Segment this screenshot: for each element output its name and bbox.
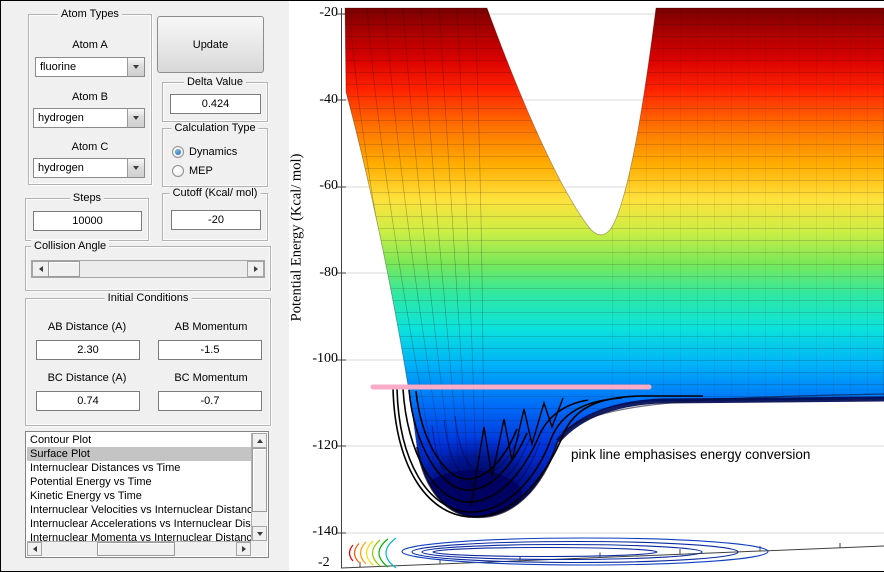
delta-value-field[interactable] (170, 94, 261, 114)
arrow-left-icon (32, 546, 37, 552)
initial-conditions-title: Initial Conditions (104, 292, 192, 304)
y-axis-label: Potential Energy (Kcal/ mol) (288, 153, 305, 322)
delta-value-title: Delta Value (183, 76, 247, 88)
y-tick-label: -140 (312, 524, 338, 539)
atom-a-dropdown-button[interactable] (127, 58, 144, 76)
atom-types-group: Atom Types Atom A fluorine Atom B hydrog… (28, 8, 152, 185)
atom-c-dropdown[interactable]: hydrogen (33, 158, 145, 178)
list-item[interactable]: Internuclear Velocities vs Internuclear … (27, 503, 251, 517)
chevron-down-icon (133, 116, 139, 120)
atom-b-value: hydrogen (38, 112, 84, 124)
bc-momentum-field[interactable] (158, 391, 262, 411)
ab-distance-field[interactable] (36, 340, 140, 360)
list-item[interactable]: Internuclear Accelerations vs Internucle… (27, 517, 251, 531)
arrow-left-icon (38, 266, 43, 272)
mep-radio[interactable] (172, 165, 184, 177)
arrow-up-icon (256, 438, 263, 443)
list-item[interactable]: Contour Plot (27, 433, 251, 447)
update-button[interactable]: Update (157, 16, 264, 73)
arrow-down-icon (256, 531, 263, 536)
ab-momentum-label: AB Momentum (174, 321, 248, 333)
cutoff-field[interactable] (171, 210, 261, 230)
atom-c-dropdown-button[interactable] (127, 159, 144, 177)
atom-b-label: Atom B (71, 91, 109, 103)
list-item-selected[interactable]: Surface Plot (27, 447, 251, 461)
dynamics-radio[interactable] (172, 146, 184, 158)
horizontal-scroll-thumb[interactable] (97, 542, 175, 556)
cutoff-title: Cutoff (Kcal/ mol) (169, 187, 261, 199)
cutoff-group: Cutoff (Kcal/ mol) (162, 187, 268, 241)
list-item[interactable]: Internuclear Distances vs Time (27, 461, 251, 475)
bc-distance-label: BC Distance (A) (47, 372, 127, 384)
atom-b-dropdown-button[interactable] (127, 109, 144, 127)
vertical-scroll-thumb[interactable] (252, 448, 267, 512)
chevron-down-icon (133, 166, 139, 170)
bc-distance-field[interactable] (36, 391, 140, 411)
ab-distance-label: AB Distance (A) (47, 321, 127, 333)
delta-value-group: Delta Value (162, 76, 268, 122)
scroll-down-button[interactable] (252, 526, 267, 541)
y-tick-label: -80 (319, 265, 338, 280)
steps-group: Steps (25, 192, 149, 241)
atom-c-value: hydrogen (38, 162, 84, 174)
collision-angle-slider[interactable] (31, 260, 265, 278)
steps-field[interactable] (33, 211, 142, 231)
collision-angle-group: Collision Angle (25, 240, 271, 291)
y-tick-label: -100 (312, 351, 338, 366)
initial-conditions-group: Initial Conditions AB Distance (A) AB Mo… (25, 292, 271, 426)
plot-type-listbox: Contour Plot Surface Plot Internuclear D… (25, 431, 269, 558)
chevron-down-icon (133, 65, 139, 69)
scroll-up-button[interactable] (252, 433, 267, 448)
list-item[interactable]: Potential Energy vs Time (27, 475, 251, 489)
surface-mesh (344, 7, 884, 519)
y-tick-label: -40 (319, 92, 338, 107)
annotation-text: pink line emphasises energy conversion (571, 447, 811, 462)
plot-type-list: Contour Plot Surface Plot Internuclear D… (27, 433, 251, 541)
slider-thumb[interactable] (48, 261, 80, 277)
atom-a-label: Atom A (72, 39, 108, 51)
slider-left-button[interactable] (32, 261, 49, 277)
y-tick-label: -120 (312, 438, 338, 453)
bc-momentum-label: BC Momentum (174, 372, 248, 384)
ab-momentum-field[interactable] (158, 340, 262, 360)
scrollbar-corner (251, 541, 267, 556)
scroll-left-button[interactable] (27, 542, 42, 556)
atom-a-value: fluorine (40, 61, 77, 73)
control-panel: Atom Types Atom A fluorine Atom B hydrog… (0, 0, 289, 572)
mep-radio-label: MEP (189, 165, 213, 177)
calculation-type-group: Calculation Type Dynamics MEP (162, 122, 268, 187)
list-vertical-scrollbar[interactable] (251, 433, 267, 541)
dynamics-radio-label: Dynamics (189, 146, 238, 158)
arrow-right-icon (241, 546, 246, 552)
scroll-right-button[interactable] (236, 542, 251, 556)
atom-b-dropdown[interactable]: hydrogen (33, 108, 145, 128)
slider-right-button[interactable] (247, 261, 264, 277)
atom-a-dropdown[interactable]: fluorine (35, 57, 145, 77)
steps-title: Steps (69, 192, 105, 204)
list-horizontal-scrollbar[interactable] (27, 541, 251, 556)
arrow-right-icon (253, 266, 258, 272)
y-tick-label: -20 (319, 5, 338, 20)
atom-c-label: Atom C (71, 141, 109, 153)
list-item[interactable]: Kinetic Energy vs Time (27, 489, 251, 503)
atom-types-title: Atom Types (58, 8, 122, 20)
x-tick-label: -2 (318, 555, 330, 570)
list-item[interactable]: Internuclear Momenta vs Internuclear Dis… (27, 531, 251, 541)
calculation-type-title: Calculation Type (171, 122, 259, 134)
y-tick-label: -60 (319, 178, 338, 193)
collision-angle-title: Collision Angle (31, 240, 110, 252)
